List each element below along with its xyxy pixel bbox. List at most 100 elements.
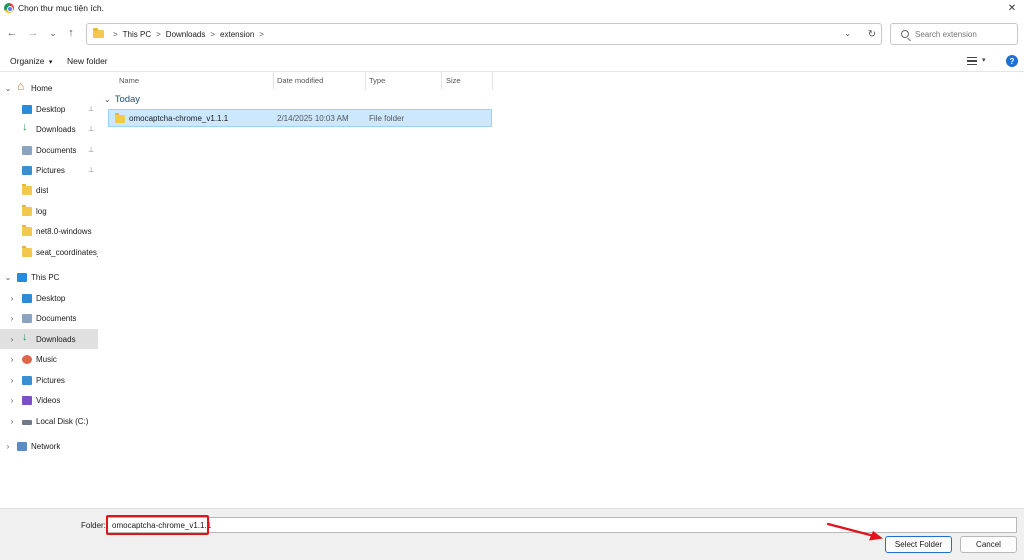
sidebar-item-label: Downloads [36,334,76,344]
folder-icon [22,224,32,236]
sidebar-item-pc-desktop[interactable]: › Desktop [0,288,98,308]
select-folder-button[interactable]: Select Folder [885,536,952,553]
pin-icon: ⊥ [88,106,95,113]
sidebar-item-pc-videos[interactable]: › Videos [0,390,98,410]
sidebar-item-home[interactable]: ⌄ Home [0,78,98,98]
file-type: File folder [369,114,405,123]
videos-icon [22,395,32,405]
collapse-chevron-icon[interactable]: › [8,294,16,303]
folder-icon [22,204,32,216]
view-options-icon[interactable] [967,57,977,65]
breadcrumb-separator[interactable]: > [259,30,264,39]
collapse-chevron-icon[interactable]: › [4,442,12,451]
collapse-chevron-icon[interactable]: › [8,396,16,405]
breadcrumb-separator: > [113,29,118,39]
breadcrumb-this-pc[interactable]: This PC [123,30,151,39]
help-icon[interactable]: ? [1006,55,1018,67]
sidebar-item-label: Documents [36,145,77,155]
column-divider[interactable] [441,72,442,90]
breadcrumb-downloads[interactable]: Downloads [166,30,206,39]
sidebar-item-pc-pictures[interactable]: › Pictures [0,370,98,390]
address-bar[interactable]: > This PC > Downloads > extension > ⌄ ↻ [86,23,882,45]
collapse-chevron-icon[interactable]: › [8,355,16,364]
title-bar: Chọn thư mục tiện ích. ✕ [0,0,1024,16]
search-input[interactable] [915,29,1015,39]
sidebar-item-pictures[interactable]: Pictures ⊥ [0,160,98,180]
sidebar-item-label: dist [36,185,49,195]
command-bar: Organize ▾ New folder ▾ ? [0,52,1024,72]
sidebar-item-pc-documents[interactable]: › Documents [0,308,98,328]
sidebar-item-documents[interactable]: Documents ⊥ [0,140,98,160]
column-header-type[interactable]: Type [369,76,385,85]
download-icon [22,331,32,344]
sidebar-item-label: Local Disk (C:) [36,416,89,426]
pc-icon [17,272,27,282]
collapse-chevron-icon[interactable]: › [8,417,16,426]
sidebar-item-this-pc[interactable]: ⌄ This PC [0,267,98,287]
breadcrumb-separator[interactable]: > [210,30,215,39]
sidebar-item-pc-downloads[interactable]: › Downloads [0,329,98,349]
expand-chevron-icon[interactable]: ⌄ [4,84,12,93]
group-collapse-chevron-icon[interactable]: ⌄ [104,95,111,104]
view-dropdown-icon[interactable]: ▾ [982,56,986,64]
disk-icon [22,419,32,425]
sidebar-item-label: Documents [36,313,77,323]
navigation-pane: ⌄ Home Desktop ⊥ Downloads ⊥ Documents ⊥… [0,76,98,508]
highlight-annotation [106,515,209,535]
pictures-icon [22,165,32,175]
sidebar-item-label: seat_coordinates_1 [36,247,98,257]
collapse-chevron-icon[interactable]: › [8,314,16,323]
search-box[interactable] [890,23,1018,45]
sidebar-item-label: Desktop [36,293,66,303]
list-item[interactable]: omocaptcha-chrome_v1.1.1 2/14/2025 10:03… [108,109,492,127]
network-icon [17,441,27,451]
column-divider[interactable] [273,72,274,90]
expand-chevron-icon[interactable]: ⌄ [4,273,12,282]
up-button[interactable]: ↑ [63,25,79,41]
sidebar-item-log[interactable]: log [0,201,98,221]
address-dropdown-icon[interactable]: ⌄ [844,29,851,38]
sidebar-item-net8[interactable]: net8.0-windows [0,221,98,241]
sidebar-item-label: Desktop [36,104,66,114]
sidebar-item-pc-music[interactable]: › Music [0,349,98,369]
organize-label: Organize [10,56,45,66]
organize-button[interactable]: Organize ▾ [10,56,52,66]
arrow-annotation [826,522,883,541]
collapse-chevron-icon[interactable]: › [8,335,16,344]
sidebar-item-downloads[interactable]: Downloads ⊥ [0,119,98,139]
pin-icon: ⊥ [88,167,95,174]
organize-dropdown-icon: ▾ [48,59,53,66]
sidebar-item-label: Pictures [36,165,65,175]
folder-icon [93,28,104,38]
group-header-today[interactable]: ⌄ Today [104,94,140,105]
file-list: Name Date modified Type Size ⌄ Today omo… [104,72,1024,508]
sidebar-item-desktop[interactable]: Desktop ⊥ [0,99,98,119]
new-folder-button[interactable]: New folder [67,56,108,66]
recent-locations-button[interactable]: ⌄ [45,25,61,41]
sidebar-item-label: Network [31,441,61,451]
back-button[interactable]: ← [4,25,20,41]
breadcrumb-separator[interactable]: > [156,30,161,39]
breadcrumb-extension[interactable]: extension [220,30,254,39]
pin-icon: ⊥ [88,147,95,154]
sidebar-item-pc-local-disk[interactable]: › Local Disk (C:) [0,411,98,431]
column-header-name[interactable]: Name [119,76,139,85]
sidebar-item-label: net8.0-windows [36,226,92,236]
sidebar-item-label: Pictures [36,375,65,385]
collapse-chevron-icon[interactable]: › [8,376,16,385]
close-button[interactable]: ✕ [1000,0,1024,16]
sidebar-item-label: Downloads [36,124,76,134]
cancel-button[interactable]: Cancel [960,536,1017,553]
folder-icon [115,113,125,123]
column-header-size[interactable]: Size [446,76,461,85]
sidebar-item-dist[interactable]: dist [0,180,98,200]
column-divider[interactable] [365,72,366,90]
forward-button[interactable]: → [25,25,41,41]
column-divider[interactable] [492,72,493,90]
column-header-date[interactable]: Date modified [277,76,323,85]
documents-icon [22,145,32,155]
refresh-icon[interactable]: ↻ [861,24,883,44]
sidebar-item-network[interactable]: › Network [0,436,98,456]
sidebar-item-label: log [36,206,47,216]
sidebar-item-seat-coordinates[interactable]: seat_coordinates_1 [0,242,98,262]
